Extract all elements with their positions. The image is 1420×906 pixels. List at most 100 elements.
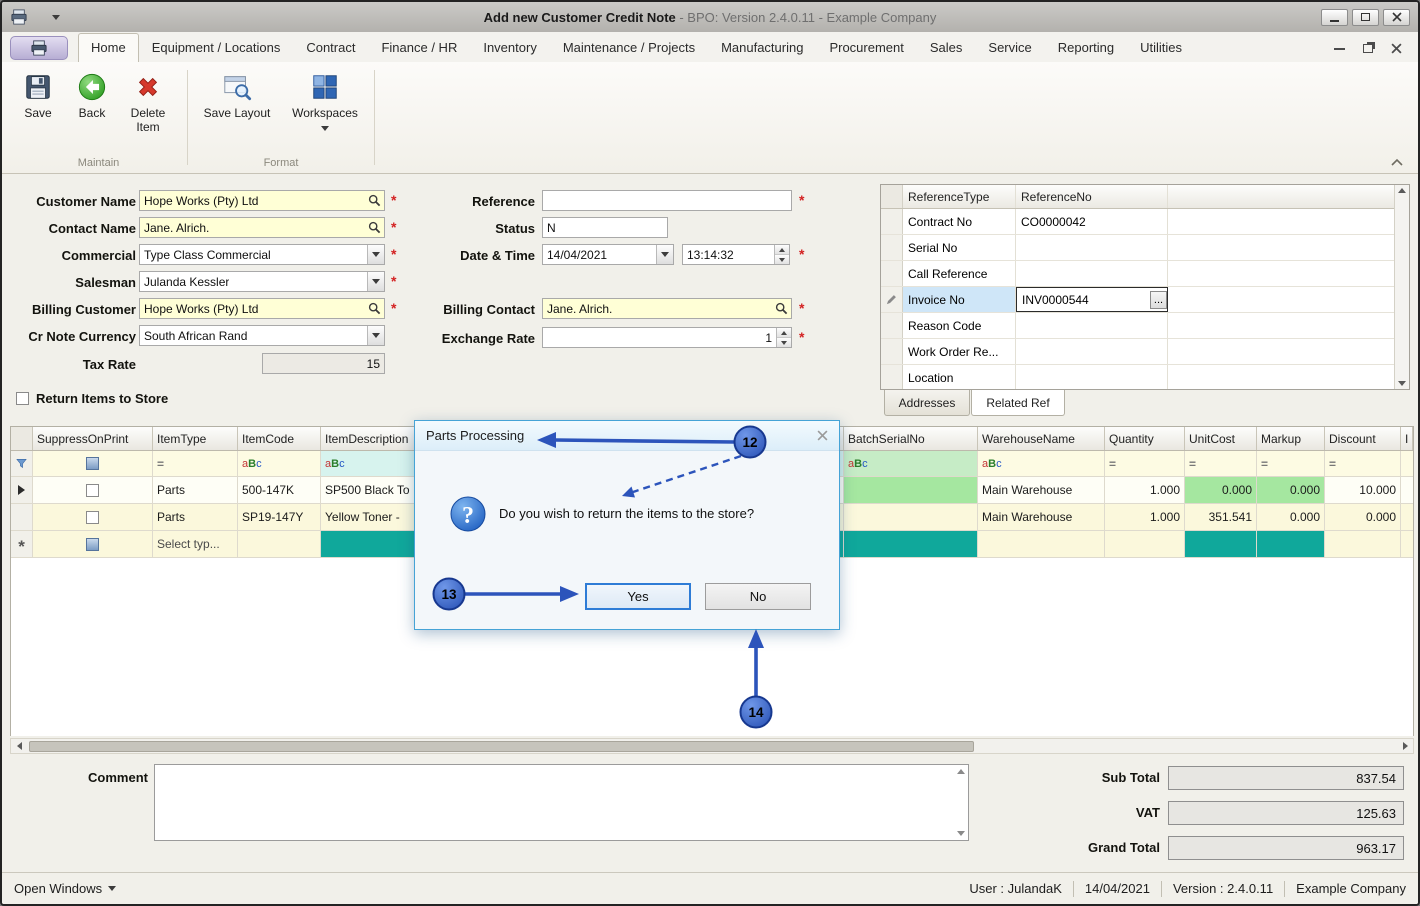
lookup-ellipsis-button[interactable]: ... [1150, 291, 1167, 309]
equals-filter-icon[interactable]: = [1189, 457, 1196, 471]
tab-addresses[interactable]: Addresses [884, 390, 970, 416]
reference-row-serial[interactable]: Serial No [881, 235, 1394, 261]
tab-inventory[interactable]: Inventory [470, 33, 549, 62]
reference-type-cell[interactable]: Serial No [903, 235, 1016, 260]
no-button[interactable]: No [705, 583, 811, 610]
reference-type-cell[interactable]: Location [903, 365, 1016, 389]
tab-maintenance-projects[interactable]: Maintenance / Projects [550, 33, 708, 62]
quantity-cell[interactable]: 1.000 [1105, 477, 1185, 503]
reference-row-reason[interactable]: Reason Code [881, 313, 1394, 339]
itemtype-cell[interactable]: Parts [153, 477, 238, 503]
column-header-quantity[interactable]: Quantity [1105, 427, 1185, 450]
reference-input[interactable] [542, 190, 792, 211]
suppress-checkbox[interactable] [86, 484, 99, 497]
spinner-buttons[interactable] [774, 245, 789, 264]
save-button[interactable]: Save [14, 72, 62, 121]
dialog-close-icon[interactable] [817, 430, 828, 441]
spinner-buttons[interactable] [776, 328, 791, 347]
unitcost-cell[interactable]: 0.000 [1185, 477, 1257, 503]
text-filter-icon[interactable]: aBc [242, 458, 262, 470]
itemcode-cell[interactable]: SP19-147Y [238, 504, 321, 530]
column-header-itemtype[interactable]: ItemType [153, 427, 238, 450]
tab-equipment-locations[interactable]: Equipment / Locations [139, 33, 294, 62]
suppress-filter-checkbox[interactable] [86, 457, 99, 470]
discount-cell[interactable]: 10.000 [1325, 477, 1401, 503]
suppress-checkbox[interactable] [86, 538, 99, 551]
reference-no-cell[interactable] [1016, 339, 1168, 364]
tab-sales[interactable]: Sales [917, 33, 976, 62]
dropdown-button[interactable] [367, 272, 384, 291]
scroll-up-icon[interactable] [957, 769, 965, 774]
reference-row-location[interactable]: Location [881, 365, 1394, 389]
app-menu-button[interactable] [10, 36, 68, 60]
tab-utilities[interactable]: Utilities [1127, 33, 1195, 62]
text-filter-icon[interactable]: aBc [325, 458, 345, 470]
scroll-up-icon[interactable] [1398, 188, 1406, 193]
save-layout-button[interactable]: Save Layout [200, 72, 274, 121]
quick-access-caret-icon[interactable] [52, 15, 60, 20]
mdi-close-icon[interactable] [1391, 43, 1402, 54]
workspaces-dropdown-icon[interactable] [321, 126, 329, 131]
reference-row-invoice[interactable]: Invoice No INV0000544 ... [881, 287, 1394, 313]
return-items-checkbox[interactable] [16, 392, 29, 405]
contact-name-input[interactable]: Jane. Alrich. [139, 217, 385, 238]
column-header-markup[interactable]: Markup [1257, 427, 1325, 450]
equals-filter-icon[interactable]: = [1329, 457, 1336, 471]
equals-filter-icon[interactable]: = [1261, 457, 1268, 471]
tab-procurement[interactable]: Procurement [816, 33, 916, 62]
column-header-discount[interactable]: Discount [1325, 427, 1401, 450]
reference-no-cell[interactable] [1016, 261, 1168, 286]
search-icon[interactable] [775, 302, 788, 315]
salesman-select[interactable]: Julanda Kessler [139, 271, 385, 292]
reference-type-cell[interactable]: Contract No [903, 209, 1016, 234]
markup-cell[interactable] [1257, 531, 1325, 557]
column-header-unitcost[interactable]: UnitCost [1185, 427, 1257, 450]
time-spinner[interactable]: 13:14:32 [682, 244, 790, 265]
tab-contract[interactable]: Contract [293, 33, 368, 62]
itemtype-cell[interactable]: Select typ... [153, 531, 238, 557]
dropdown-button[interactable] [367, 326, 384, 345]
close-button[interactable] [1383, 9, 1410, 26]
column-header-warehousename[interactable]: WarehouseName [978, 427, 1105, 450]
status-field[interactable]: N [542, 217, 668, 238]
batchserial-cell[interactable] [844, 531, 978, 557]
equals-filter-icon[interactable]: = [157, 457, 164, 471]
collapse-ribbon-icon[interactable] [1390, 158, 1404, 167]
column-header-clipped[interactable]: I [1401, 427, 1413, 450]
markup-cell[interactable]: 0.000 [1257, 477, 1325, 503]
unitcost-cell[interactable] [1185, 531, 1257, 557]
batchserial-cell[interactable] [844, 477, 978, 503]
quantity-cell[interactable] [1105, 531, 1185, 557]
minimize-button[interactable] [1321, 9, 1348, 26]
reference-type-cell[interactable]: Work Order Re... [903, 339, 1016, 364]
search-icon[interactable] [368, 194, 381, 207]
date-picker[interactable]: 14/04/2021 [542, 244, 674, 265]
tab-related-ref[interactable]: Related Ref [971, 390, 1065, 416]
tab-home[interactable]: Home [78, 33, 139, 62]
search-icon[interactable] [368, 302, 381, 315]
unitcost-cell[interactable]: 351.541 [1185, 504, 1257, 530]
quantity-cell[interactable]: 1.000 [1105, 504, 1185, 530]
reference-no-cell[interactable]: CO0000042 [1016, 209, 1168, 234]
reference-no-cell[interactable] [1016, 235, 1168, 260]
dropdown-button[interactable] [656, 245, 673, 264]
reference-type-cell[interactable]: Reason Code [903, 313, 1016, 338]
markup-cell[interactable]: 0.000 [1257, 504, 1325, 530]
search-icon[interactable] [368, 221, 381, 234]
scroll-down-icon[interactable] [1398, 381, 1406, 386]
cr-note-currency-select[interactable]: South African Rand [139, 325, 385, 346]
tab-manufacturing[interactable]: Manufacturing [708, 33, 816, 62]
discount-cell[interactable] [1325, 531, 1401, 557]
tab-finance-hr[interactable]: Finance / HR [368, 33, 470, 62]
reference-type-cell[interactable]: Call Reference [903, 261, 1016, 286]
column-header-batchserialno[interactable]: BatchSerialNo [844, 427, 978, 450]
invoice-no-editor[interactable]: INV0000544 ... [1016, 287, 1168, 312]
warehouse-cell[interactable]: Main Warehouse [978, 477, 1105, 503]
vertical-scrollbar[interactable] [1394, 185, 1409, 389]
tab-service[interactable]: Service [975, 33, 1044, 62]
open-windows-menu[interactable]: Open Windows [14, 881, 116, 896]
mdi-restore-icon[interactable] [1363, 44, 1373, 53]
reference-row-workorder[interactable]: Work Order Re... [881, 339, 1394, 365]
exchange-rate-spinner[interactable]: 1 [542, 327, 792, 348]
itemcode-cell[interactable] [238, 531, 321, 557]
